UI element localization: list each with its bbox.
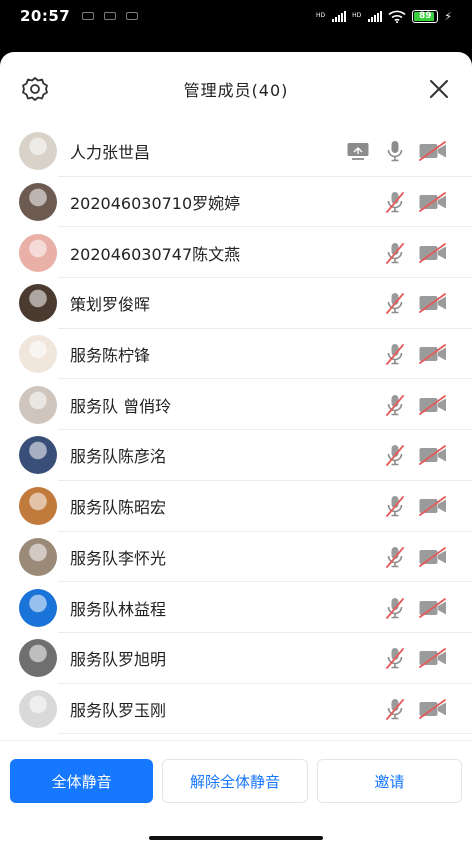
status-right: HD HD 89 ⚡ <box>315 9 452 23</box>
member-controls <box>346 139 448 163</box>
avatar <box>19 132 57 171</box>
member-row[interactable]: 服务队罗旭明 <box>0 633 472 684</box>
gear-icon[interactable] <box>22 76 48 102</box>
camera-off-icon[interactable] <box>418 343 448 365</box>
avatar <box>19 689 57 728</box>
member-name: 人力张世昌 <box>70 143 151 163</box>
signal-icon <box>332 10 347 22</box>
microphone-muted-icon[interactable] <box>384 342 418 366</box>
microphone-icon[interactable] <box>384 139 418 163</box>
camera-off-icon[interactable] <box>418 698 448 720</box>
member-controls <box>384 393 448 417</box>
hd-label: HD <box>352 12 362 19</box>
microphone-muted-icon[interactable] <box>384 494 418 518</box>
charging-icon: ⚡ <box>444 9 452 23</box>
camera-off-icon[interactable] <box>418 242 448 264</box>
microphone-muted-icon[interactable] <box>384 241 418 265</box>
member-name: 策划罗俊晖 <box>70 295 151 315</box>
avatar <box>19 284 57 323</box>
camera-off-icon[interactable] <box>418 394 448 416</box>
microphone-muted-icon[interactable] <box>384 291 418 315</box>
member-controls <box>384 190 448 214</box>
member-name: 服务队罗玉刚 <box>70 700 167 720</box>
action-bar: 全体静音 解除全体静音 邀请 <box>0 740 472 850</box>
page-title: 管理成员(40) <box>183 81 289 100</box>
avatar <box>19 487 57 526</box>
member-controls <box>384 545 448 569</box>
manage-members-sheet: 管理成员(40) 人力张世昌 202046030710罗婉婷 202046030… <box>0 52 472 850</box>
notification-icon <box>126 12 139 20</box>
unmute-all-button[interactable]: 解除全体静音 <box>162 759 308 803</box>
avatar <box>19 335 57 374</box>
microphone-muted-icon[interactable] <box>384 443 418 467</box>
camera-off-icon[interactable] <box>418 546 448 568</box>
member-name: 服务队陈昭宏 <box>70 498 167 518</box>
microphone-muted-icon[interactable] <box>384 646 418 670</box>
member-row[interactable]: 服务队罗玉刚 <box>0 684 472 735</box>
member-row[interactable]: 服务陈柠锋 <box>0 329 472 380</box>
member-name: 服务陈柠锋 <box>70 346 151 366</box>
microphone-muted-icon[interactable] <box>384 697 418 721</box>
notification-icon <box>104 12 117 20</box>
invite-button[interactable]: 邀请 <box>316 759 462 803</box>
member-row[interactable]: 服务队李怀光 <box>0 532 472 583</box>
notification-icons <box>82 12 139 20</box>
member-row[interactable]: 服务队林益程 <box>0 582 472 633</box>
home-indicator[interactable] <box>149 836 323 840</box>
screen-share-icon[interactable] <box>346 141 384 161</box>
mute-all-button[interactable]: 全体静音 <box>10 759 154 803</box>
member-row[interactable]: 202046030710罗婉婷 <box>0 177 472 228</box>
member-controls <box>384 342 448 366</box>
microphone-muted-icon[interactable] <box>384 190 418 214</box>
avatar <box>19 183 57 222</box>
member-name: 服务队林益程 <box>70 599 167 619</box>
battery-level: 89 <box>419 11 432 21</box>
camera-off-icon[interactable] <box>418 140 448 162</box>
wifi-icon <box>388 10 406 23</box>
member-name: 202046030710罗婉婷 <box>70 194 241 214</box>
member-row[interactable]: 服务队陈昭宏 <box>0 481 472 532</box>
member-controls <box>384 646 448 670</box>
microphone-muted-icon[interactable] <box>384 393 418 417</box>
member-row[interactable]: 服务队陈彦洺 <box>0 430 472 481</box>
battery-icon: 89 <box>412 9 439 23</box>
avatar <box>19 537 57 576</box>
microphone-muted-icon[interactable] <box>384 596 418 620</box>
camera-off-icon[interactable] <box>418 597 448 619</box>
member-controls <box>384 241 448 265</box>
member-row[interactable]: 202046030747陈文燕 <box>0 227 472 278</box>
avatar <box>19 385 57 424</box>
member-controls <box>384 596 448 620</box>
member-list[interactable]: 人力张世昌 202046030710罗婉婷 202046030747陈文燕 策划… <box>0 126 472 740</box>
camera-off-icon[interactable] <box>418 495 448 517</box>
member-name: 服务队李怀光 <box>70 548 167 568</box>
avatar <box>19 436 57 475</box>
avatar <box>19 639 57 678</box>
member-name: 202046030747陈文燕 <box>70 244 241 264</box>
camera-off-icon[interactable] <box>418 292 448 314</box>
status-time: 20:57 <box>20 7 71 25</box>
member-controls <box>384 443 448 467</box>
member-row[interactable]: 服务队 曾俏玲 <box>0 379 472 430</box>
member-name: 服务队 曾俏玲 <box>70 396 172 416</box>
sheet-header: 管理成员(40) <box>0 52 472 126</box>
close-icon[interactable] <box>428 78 450 100</box>
status-bar: 20:57 HD HD 89 ⚡ <box>0 0 472 32</box>
notification-icon <box>82 12 95 20</box>
member-controls <box>384 494 448 518</box>
camera-off-icon[interactable] <box>418 191 448 213</box>
avatar <box>19 233 57 272</box>
signal-icon <box>368 10 383 22</box>
member-name: 服务队罗旭明 <box>70 650 167 670</box>
member-name: 服务队陈彦洺 <box>70 447 167 467</box>
member-row[interactable]: 人力张世昌 <box>0 126 472 177</box>
member-controls <box>384 291 448 315</box>
microphone-muted-icon[interactable] <box>384 545 418 569</box>
camera-off-icon[interactable] <box>418 647 448 669</box>
hd-label: HD <box>315 12 326 19</box>
member-controls <box>384 697 448 721</box>
camera-off-icon[interactable] <box>418 444 448 466</box>
avatar <box>19 588 57 627</box>
member-row[interactable]: 策划罗俊晖 <box>0 278 472 329</box>
